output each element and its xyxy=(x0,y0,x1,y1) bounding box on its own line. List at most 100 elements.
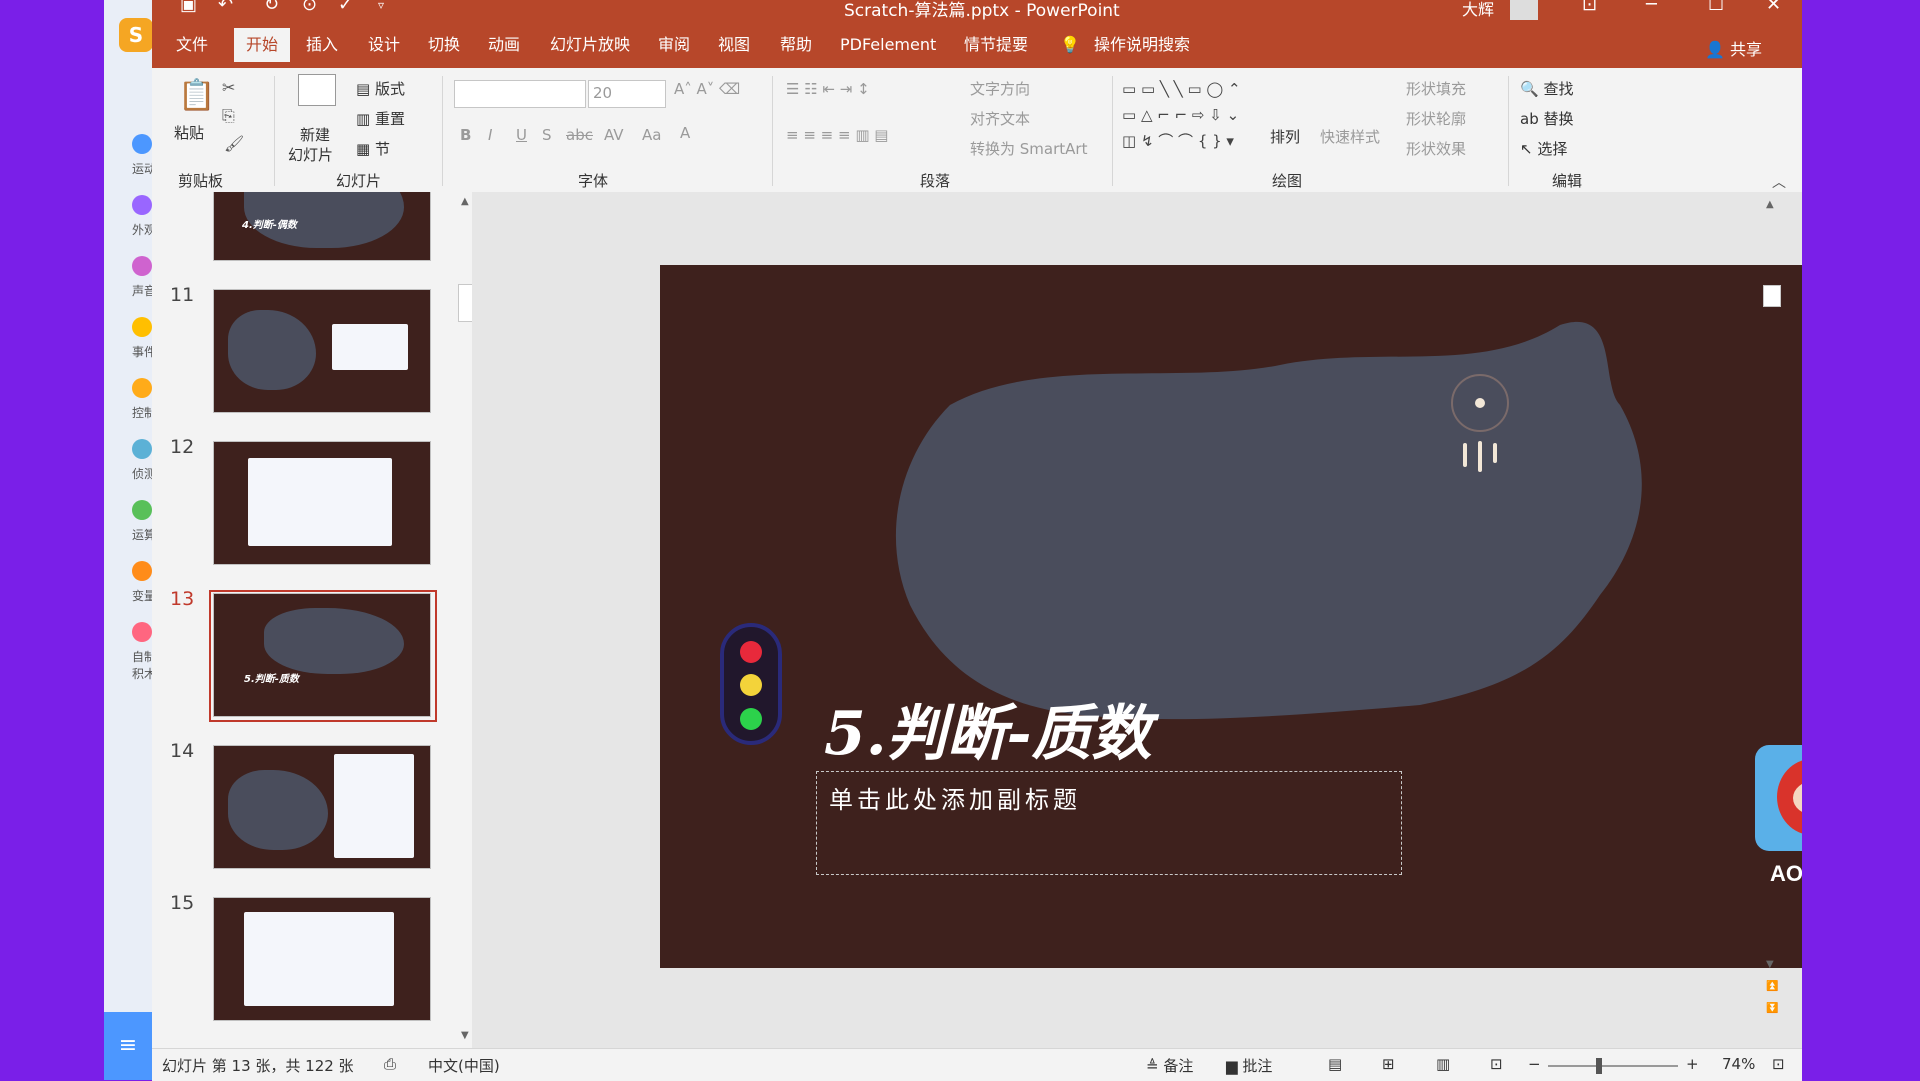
zoom-slider-thumb[interactable] xyxy=(1596,1058,1602,1074)
category-dot[interactable] xyxy=(132,378,152,398)
section-button[interactable]: ▦ 节 xyxy=(356,138,390,159)
zoom-in-icon[interactable]: + xyxy=(1686,1055,1699,1073)
tab-review[interactable]: 审阅 xyxy=(658,28,690,62)
scroll-down-icon[interactable]: ▼ xyxy=(461,1030,469,1041)
format-painter-icon[interactable]: 🖌 xyxy=(224,134,244,153)
shape-fill-button[interactable]: 形状填充 xyxy=(1406,78,1466,99)
new-slide-label-1[interactable]: 新建 xyxy=(300,124,330,145)
paste-button[interactable]: 粘贴 xyxy=(174,122,204,143)
avatar[interactable] xyxy=(1510,0,1538,20)
next-slide-icon[interactable]: ⏬ xyxy=(1766,1003,1778,1014)
category-dot[interactable] xyxy=(132,256,152,276)
zoom-level[interactable]: 74% xyxy=(1722,1055,1755,1073)
scroll-up-icon[interactable]: ▲ xyxy=(461,196,469,207)
notes-button[interactable]: ≜ 备注 xyxy=(1146,1055,1193,1076)
current-slide[interactable]: 5.判断-质数 单击此处添加副标题 AOMI7 xyxy=(660,265,1910,968)
align-text-button[interactable]: 对齐文本 xyxy=(970,108,1030,129)
zoom-slider[interactable] xyxy=(1548,1058,1678,1074)
slide-scroll-thumb[interactable] xyxy=(1763,285,1781,307)
tab-help[interactable]: 帮助 xyxy=(780,28,812,62)
thumbnail-10[interactable]: 4.判断-偶数 xyxy=(214,192,430,260)
spelling-icon[interactable]: ⎙ xyxy=(384,1055,396,1073)
slide-title[interactable]: 5.判断-质数 xyxy=(824,685,1152,772)
arrange-button[interactable]: 排列 xyxy=(1270,126,1300,147)
underline-icon[interactable]: U xyxy=(516,126,527,144)
tab-animations[interactable]: 动画 xyxy=(488,28,520,62)
shape-outline-button[interactable]: 形状轮廓 xyxy=(1406,108,1466,129)
fit-to-window-icon[interactable]: ⊡ xyxy=(1772,1055,1785,1073)
paste-icon[interactable]: 📋 xyxy=(178,78,215,113)
redo-icon[interactable]: ↻ xyxy=(264,0,279,15)
new-slide-label-2[interactable]: 幻灯片 xyxy=(288,144,333,165)
scroll-down-icon[interactable]: ▼ xyxy=(1766,959,1774,970)
ribbon-display-icon[interactable]: ⊡ xyxy=(1582,0,1597,15)
present-icon[interactable]: ⊙ xyxy=(302,0,317,15)
select-button[interactable]: ↖ 选择 xyxy=(1520,138,1567,159)
category-dot[interactable] xyxy=(132,134,152,154)
font-size-box[interactable]: 20 xyxy=(588,80,666,108)
thumbnail-15[interactable] xyxy=(214,898,430,1020)
user-name[interactable]: 大辉 xyxy=(1462,0,1494,20)
bullets-icon[interactable]: ☰ ☷ ⇤ ⇥ ↕ xyxy=(786,80,870,98)
minimize-icon[interactable]: ─ xyxy=(1646,0,1657,15)
smartart-button[interactable]: 转换为 SmartArt xyxy=(970,138,1087,159)
share-button[interactable]: 👤 共享 xyxy=(1705,36,1762,60)
tab-transitions[interactable]: 切换 xyxy=(428,28,460,62)
category-dot[interactable] xyxy=(132,317,152,337)
new-slide-icon[interactable] xyxy=(298,74,336,106)
tab-file[interactable]: 文件 xyxy=(176,28,208,62)
thumbnail-13[interactable]: 5.判断-质数 xyxy=(214,594,430,716)
find-button[interactable]: 🔍 查找 xyxy=(1520,78,1573,99)
tab-design[interactable]: 设计 xyxy=(368,28,400,62)
shapes-gallery[interactable]: ▭ ▭ ╲ ╲ ▭ ◯ ⌃ ▭ △ ⌐ ⌐ ⇨ ⇩ ⌄ ◫ ↯ ⌒ ⌒ { } ▾ xyxy=(1122,76,1262,156)
normal-view-icon[interactable]: ▤ xyxy=(1328,1055,1342,1073)
cut-icon[interactable]: ✂ xyxy=(222,78,235,97)
replace-button[interactable]: ab 替换 xyxy=(1520,108,1574,129)
tab-home[interactable]: 开始 xyxy=(234,28,291,62)
category-dot[interactable] xyxy=(132,622,152,642)
tab-view[interactable]: 视图 xyxy=(718,28,750,62)
align-icons[interactable]: ≡ ≡ ≡ ≡ ▥ ▤ xyxy=(786,126,888,144)
font-name-box[interactable] xyxy=(454,80,586,108)
save-icon[interactable]: ▣ xyxy=(180,0,197,15)
copy-icon[interactable]: ⎘ xyxy=(222,106,235,126)
text-direction-button[interactable]: 文字方向 xyxy=(970,78,1030,99)
quick-styles-button[interactable]: 快速样式 xyxy=(1320,126,1380,147)
tab-storyboard[interactable]: 情节提要 xyxy=(964,28,1028,62)
change-case-icon[interactable]: Aa xyxy=(642,126,661,144)
italic-icon[interactable]: I xyxy=(488,126,492,144)
slide-scrollbar[interactable]: ▲ ▼ ⏫ ⏬ xyxy=(1762,195,1782,1045)
subtitle-placeholder[interactable]: 单击此处添加副标题 xyxy=(816,771,1402,875)
collapse-ribbon-icon[interactable]: ︿ xyxy=(1772,172,1786,192)
font-grow-icon[interactable]: A˄ A˅ ⌫ xyxy=(674,80,740,98)
bold-icon[interactable]: B xyxy=(460,126,471,144)
thumbnail-11[interactable] xyxy=(214,290,430,412)
category-dot[interactable] xyxy=(132,561,152,581)
font-color-icon[interactable]: A xyxy=(680,124,690,142)
thumbnail-14[interactable] xyxy=(214,746,430,868)
scroll-up-icon[interactable]: ▲ xyxy=(1766,199,1774,210)
slide-sorter-icon[interactable]: ⊞ xyxy=(1382,1055,1395,1073)
previous-slide-icon[interactable]: ⏫ xyxy=(1766,981,1778,992)
extension-button[interactable]: ≡ xyxy=(104,1012,152,1080)
customize-qat-icon[interactable]: ▿ xyxy=(378,0,384,12)
strikethrough-icon[interactable]: abc xyxy=(566,126,593,144)
category-dot[interactable] xyxy=(132,500,152,520)
layout-button[interactable]: ▤ 版式 xyxy=(356,78,405,99)
tab-pdfelement[interactable]: PDFelement xyxy=(840,28,936,62)
comments-button[interactable]: ▆ 批注 xyxy=(1226,1055,1272,1076)
tab-slideshow[interactable]: 幻灯片放映 xyxy=(550,28,630,62)
shape-effects-button[interactable]: 形状效果 xyxy=(1406,138,1466,159)
tell-me-search[interactable]: 操作说明搜索 xyxy=(1094,28,1190,62)
check-icon[interactable]: ✓ xyxy=(338,0,353,15)
reading-view-icon[interactable]: ▥ xyxy=(1436,1055,1450,1073)
zoom-out-icon[interactable]: − xyxy=(1528,1055,1541,1073)
maximize-icon[interactable]: ☐ xyxy=(1708,0,1724,15)
shadow-icon[interactable]: S xyxy=(542,126,552,144)
slideshow-view-icon[interactable]: ⊡ xyxy=(1490,1055,1503,1073)
undo-icon[interactable]: ↶ xyxy=(218,0,233,15)
char-spacing-icon[interactable]: AV xyxy=(604,126,624,144)
close-icon[interactable]: ✕ xyxy=(1766,0,1781,15)
thumbnail-12[interactable] xyxy=(214,442,430,564)
tab-insert[interactable]: 插入 xyxy=(306,28,338,62)
